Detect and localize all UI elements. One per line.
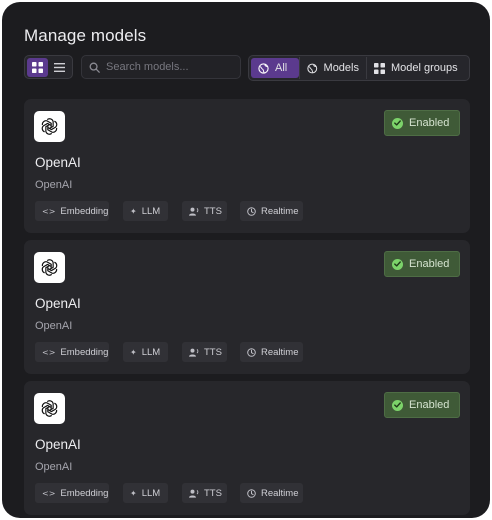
tag-tts: TTS (182, 201, 227, 221)
tag-label: TTS (204, 487, 222, 499)
tag-realtime: Realtime (240, 483, 303, 503)
status-badge[interactable]: Enabled (384, 392, 460, 418)
openai-icon (41, 118, 58, 135)
status-label: Enabled (409, 258, 450, 270)
model-name: OpenAI (35, 437, 81, 452)
sparkle-icon: ✦ (130, 206, 137, 216)
tag-label: LLM (141, 487, 161, 499)
tag-llm: ✦ LLM (123, 342, 168, 362)
voice-icon (189, 348, 199, 357)
tag-label: Realtime (261, 487, 299, 499)
clock-icon (247, 206, 256, 216)
openai-icon (41, 259, 58, 276)
tag-realtime: Realtime (240, 201, 303, 221)
openai-logo-icon (34, 111, 65, 142)
tag-llm: ✦ LLM (123, 201, 168, 221)
code-icon: <> (42, 206, 56, 216)
model-name: OpenAI (35, 296, 81, 311)
model-card[interactable]: Enabled OpenAI OpenAI <> Embedding ✦ LLM… (24, 381, 470, 515)
filter-all[interactable]: All (251, 58, 299, 78)
code-icon: <> (42, 488, 56, 498)
check-icon (392, 117, 403, 129)
openai-logo-icon (34, 393, 65, 424)
model-provider: OpenAI (35, 179, 73, 191)
status-badge[interactable]: Enabled (384, 110, 460, 136)
tag-label: Realtime (261, 346, 299, 358)
tag-embedding: <> Embedding (35, 483, 109, 503)
model-provider: OpenAI (35, 461, 73, 473)
grid-icon (374, 62, 385, 74)
openai-icon (41, 400, 58, 417)
clock-icon (247, 488, 256, 498)
status-badge[interactable]: Enabled (384, 251, 460, 277)
sparkle-icon: ✦ (130, 488, 137, 498)
openai-logo-icon (34, 252, 65, 283)
tag-label: LLM (141, 346, 161, 358)
status-label: Enabled (409, 117, 450, 129)
model-card[interactable]: Enabled OpenAI OpenAI <> Embedding ✦ LLM… (24, 99, 470, 233)
tag-label: TTS (204, 205, 222, 217)
code-icon: <> (42, 347, 56, 357)
globe-icon (307, 63, 318, 73)
globe-icon (258, 62, 269, 74)
filter-group: All Models Model groups (248, 55, 470, 81)
tag-label: Realtime (261, 205, 299, 217)
voice-icon (189, 207, 199, 216)
tag-realtime: Realtime (240, 342, 303, 362)
tag-llm: ✦ LLM (123, 483, 168, 503)
model-provider: OpenAI (35, 320, 73, 332)
tag-label: TTS (204, 346, 222, 358)
search-icon (89, 62, 100, 73)
page-title: Manage models (24, 26, 147, 45)
model-name: OpenAI (35, 155, 81, 170)
tag-label: Embedding (60, 487, 109, 499)
tag-tts: TTS (182, 342, 227, 362)
search-input[interactable] (106, 61, 226, 73)
check-icon (392, 399, 403, 411)
filter-model-groups-label: Model groups (391, 62, 458, 74)
grid-view-button[interactable] (27, 57, 48, 77)
list-view-button[interactable] (50, 58, 71, 77)
filter-models[interactable]: Models (300, 58, 366, 78)
voice-icon (189, 489, 199, 498)
tag-embedding: <> Embedding (35, 201, 109, 221)
tag-label: LLM (141, 205, 161, 217)
search-box (81, 55, 241, 79)
sparkle-icon: ✦ (130, 347, 137, 357)
filter-all-label: All (275, 62, 288, 74)
model-card[interactable]: Enabled OpenAI OpenAI <> Embedding ✦ LLM… (24, 240, 470, 374)
clock-icon (247, 347, 256, 357)
check-icon (392, 258, 403, 270)
tag-label: Embedding (60, 205, 109, 217)
filter-models-label: Models (323, 62, 359, 74)
tag-label: Embedding (60, 346, 109, 358)
tag-tts: TTS (182, 483, 227, 503)
status-label: Enabled (409, 399, 450, 411)
filter-model-groups[interactable]: Model groups (367, 58, 467, 78)
tag-embedding: <> Embedding (35, 342, 109, 362)
manage-models-panel: Manage models Search models... All Model… (2, 2, 490, 518)
list-icon (54, 62, 66, 72)
view-toggle (24, 55, 73, 79)
grid-icon (31, 61, 43, 73)
